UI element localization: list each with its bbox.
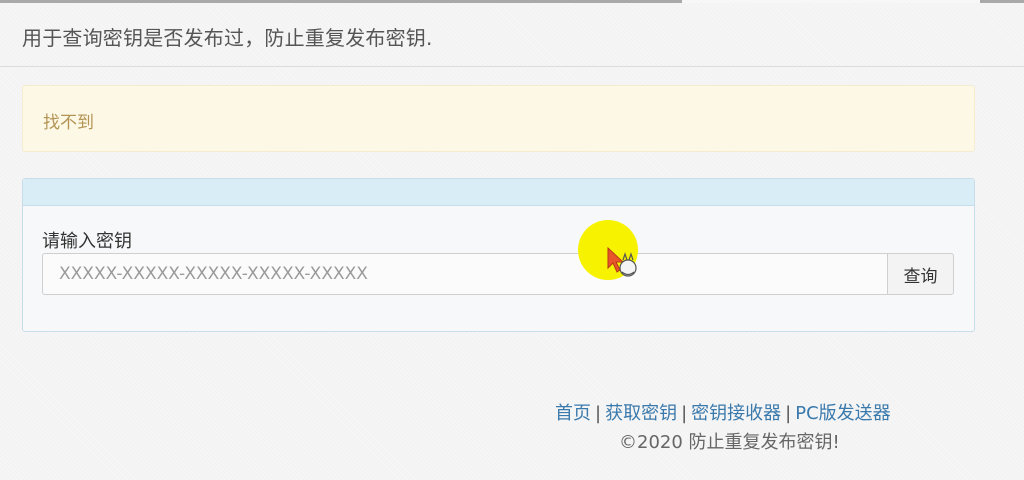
page-header: 用于查询密钥是否发布过，防止重复发布密钥. xyxy=(0,3,1024,67)
key-input[interactable] xyxy=(42,253,887,295)
footer-link-key-receiver[interactable]: 密钥接收器 xyxy=(691,403,781,424)
key-input-group: 查询 xyxy=(42,253,954,295)
query-button[interactable]: 查询 xyxy=(887,253,954,295)
page-description: 用于查询密钥是否发布过，防止重复发布密钥. xyxy=(22,26,433,50)
query-panel: 请输入密钥 查询 xyxy=(22,178,975,332)
copyright-text: ©2020 防止重复发布密钥! xyxy=(619,432,840,453)
mouse-cursor-icon xyxy=(606,246,640,284)
alert-message: 找不到 xyxy=(43,113,94,133)
footer-separator: | xyxy=(595,403,602,424)
panel-heading xyxy=(23,179,974,206)
footer-separator: | xyxy=(681,403,688,424)
key-input-label: 请输入密钥 xyxy=(42,231,132,252)
footer-links: 首页 | 获取密钥 | 密钥接收器 | PC版发送器 xyxy=(555,399,891,425)
footer-link-pc-sender[interactable]: PC版发送器 xyxy=(795,403,890,424)
footer-link-home[interactable]: 首页 xyxy=(555,403,591,424)
warning-alert: 找不到 xyxy=(22,85,975,152)
footer-link-get-key[interactable]: 获取密钥 xyxy=(605,403,677,424)
footer-separator: | xyxy=(785,403,792,424)
